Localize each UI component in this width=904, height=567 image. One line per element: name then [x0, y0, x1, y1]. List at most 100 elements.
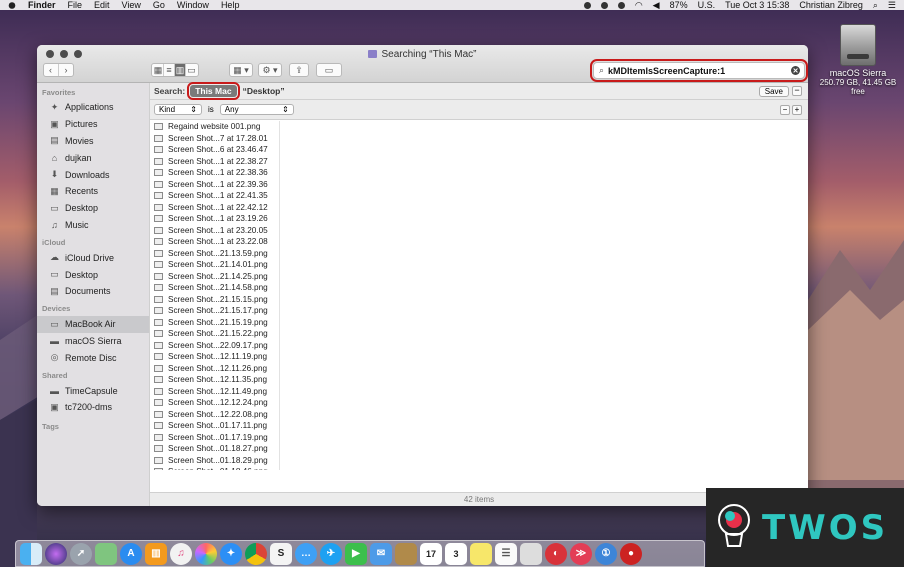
file-row[interactable]: Screen Shot...12.11.49.png: [150, 386, 279, 398]
sidebar-item-applications[interactable]: ✦ Applications: [37, 99, 149, 116]
photos-icon[interactable]: [195, 542, 217, 565]
file-row[interactable]: Screen Shot...12.11.19.png: [150, 351, 279, 363]
criteria-attribute-select[interactable]: Kind ⇕: [154, 104, 202, 115]
status-icon[interactable]: [583, 1, 591, 9]
menu-finder[interactable]: Finder: [28, 0, 56, 10]
icon-view-icon[interactable]: ▦: [153, 64, 164, 76]
calendar-icon[interactable]: 3: [445, 542, 467, 565]
menubar-clock[interactable]: Tue Oct 3 15:38: [725, 0, 789, 10]
menu-window[interactable]: Window: [177, 0, 209, 10]
itunes-icon[interactable]: ♫: [170, 542, 192, 565]
file-row[interactable]: Screen Shot...21.15.17.png: [150, 305, 279, 317]
scope-desktop-button[interactable]: “Desktop”: [243, 86, 285, 96]
mail-icon[interactable]: ✉: [370, 542, 392, 565]
add-rule-button[interactable]: +: [792, 104, 802, 115]
cover-flow-icon[interactable]: ▭: [186, 64, 197, 76]
file-row[interactable]: Screen Shot...1 at 22.38.36: [150, 167, 279, 179]
stickies-icon[interactable]: [470, 542, 492, 565]
forward-button[interactable]: ›: [59, 64, 74, 76]
remove-rule-button[interactable]: −: [780, 104, 790, 115]
file-row[interactable]: Screen Shot...21.15.15.png: [150, 294, 279, 306]
record-app-icon[interactable]: ●: [620, 542, 642, 565]
maps-icon[interactable]: [95, 542, 117, 565]
file-row[interactable]: Screen Shot...12.22.08.png: [150, 409, 279, 421]
search-field[interactable]: ⌕ kMDItemIsScreenCapture:1 ✕: [590, 59, 808, 82]
preview-icon[interactable]: [520, 542, 542, 565]
scrivener-icon[interactable]: S: [270, 542, 292, 565]
save-search-button[interactable]: Save: [758, 85, 789, 97]
action-gear-button[interactable]: ⚙ ▾: [258, 63, 282, 77]
file-row[interactable]: Screen Shot...1 at 22.41.35: [150, 190, 279, 202]
file-row[interactable]: Screen Shot...1 at 22.39.36: [150, 179, 279, 191]
file-row[interactable]: Screen Shot...21.14.25.png: [150, 271, 279, 283]
file-row[interactable]: Screen Shot...7 at 17.28.01: [150, 133, 279, 145]
file-row[interactable]: Screen Shot...01.18.29.png: [150, 455, 279, 467]
file-row[interactable]: Screen Shot...01.18.46.png: [150, 466, 279, 470]
file-row[interactable]: Screen Shot...21.15.22.png: [150, 328, 279, 340]
file-row[interactable]: Screen Shot...6 at 23.46.47: [150, 144, 279, 156]
sidebar-item-icloud-drive[interactable]: ☁ iCloud Drive: [37, 249, 149, 266]
sidebar-item-timecapsule[interactable]: ▬ TimeCapsule: [37, 382, 149, 399]
file-row[interactable]: Screen Shot...1 at 23.20.05: [150, 225, 279, 237]
launchpad-icon[interactable]: ➚: [70, 542, 92, 565]
twitter-icon[interactable]: ✈: [320, 542, 342, 565]
file-row[interactable]: Screen Shot...12.11.26.png: [150, 363, 279, 375]
file-row[interactable]: Screen Shot...1 at 22.38.27: [150, 156, 279, 168]
criteria-value-select[interactable]: Any ⇕: [219, 104, 294, 115]
back-button[interactable]: ‹: [44, 64, 59, 76]
status-icon[interactable]: [617, 1, 625, 9]
file-row[interactable]: Screen Shot...12.11.35.png: [150, 374, 279, 386]
sidebar-item-remote-disc[interactable]: ◎ Remote Disc: [37, 349, 149, 366]
calendar-icon[interactable]: 17: [420, 542, 442, 565]
sidebar-item-macbook-air[interactable]: ▭ MacBook Air: [37, 315, 149, 333]
sidebar-item-desktop[interactable]: ▭ Desktop: [37, 200, 149, 217]
desktop-drive[interactable]: macOS Sierra 250.79 GB, 41.45 GB free: [816, 24, 900, 96]
1password-icon[interactable]: ①: [595, 542, 617, 565]
file-row[interactable]: Screen Shot...21.15.19.png: [150, 317, 279, 329]
sidebar-item-macos-sierra[interactable]: ▬ macOS Sierra: [37, 333, 149, 350]
menu-file[interactable]: File: [68, 0, 83, 10]
red-app-icon[interactable]: ◐: [545, 542, 567, 565]
sidebar-item-music[interactable]: ♫ Music: [37, 217, 149, 234]
clear-search-icon[interactable]: ✕: [791, 66, 800, 75]
remove-criteria-button[interactable]: −: [792, 86, 802, 96]
tags-button[interactable]: ▭: [316, 63, 342, 77]
sidebar-item-home[interactable]: ⌂ dujkan: [37, 149, 149, 166]
apple-menu-icon[interactable]: [8, 1, 16, 9]
menu-edit[interactable]: Edit: [94, 0, 110, 10]
file-row[interactable]: Screen Shot...1 at 23.19.26: [150, 213, 279, 225]
sidebar-item-tc7200[interactable]: ▣ tc7200-dms: [37, 399, 149, 416]
finder-icon[interactable]: [20, 542, 42, 565]
sidebar-item-icloud-desktop[interactable]: ▭ Desktop: [37, 266, 149, 283]
list-icon[interactable]: ☰: [888, 0, 896, 10]
messages-icon[interactable]: …: [295, 542, 317, 565]
scope-this-mac-button[interactable]: This Mac: [187, 82, 240, 100]
sidebar-item-documents[interactable]: ▤ Documents: [37, 283, 149, 300]
file-row[interactable]: Screen Shot...21.13.59.png: [150, 248, 279, 260]
file-row[interactable]: Screen Shot...21.14.01.png: [150, 259, 279, 271]
wifi-icon[interactable]: ◠: [635, 0, 643, 10]
file-row[interactable]: Screen Shot...1 at 23.22.08: [150, 236, 279, 248]
file-row[interactable]: Screen Shot...21.14.58.png: [150, 282, 279, 294]
share-button[interactable]: ⇪: [289, 63, 309, 77]
app-store-icon[interactable]: A: [120, 542, 142, 565]
safari-icon[interactable]: ✦: [220, 542, 242, 565]
menu-view[interactable]: View: [122, 0, 141, 10]
siri-icon[interactable]: [45, 542, 67, 565]
list-view-icon[interactable]: ≡: [164, 64, 175, 76]
arrange-button[interactable]: ▦ ▾: [229, 63, 253, 77]
facetime-icon[interactable]: ▶: [345, 542, 367, 565]
sidebar-item-recents[interactable]: ▦ Recents: [37, 183, 149, 200]
file-row[interactable]: Screen Shot...22.09.17.png: [150, 340, 279, 352]
sidebar-item-movies[interactable]: ▤ Movies: [37, 133, 149, 150]
ibooks-icon[interactable]: ▥: [145, 542, 167, 565]
file-row[interactable]: Regaind website 001.png: [150, 121, 279, 133]
spotlight-icon[interactable]: ⌕: [873, 0, 878, 10]
menu-go[interactable]: Go: [153, 0, 165, 10]
volume-icon[interactable]: ◀: [653, 0, 660, 10]
sidebar-item-downloads[interactable]: ⬇ Downloads: [37, 166, 149, 183]
file-row[interactable]: Screen Shot...01.17.19.png: [150, 432, 279, 444]
notes-icon[interactable]: [395, 542, 417, 565]
file-row[interactable]: Screen Shot...01.17.11.png: [150, 420, 279, 432]
status-icon[interactable]: [600, 1, 608, 9]
